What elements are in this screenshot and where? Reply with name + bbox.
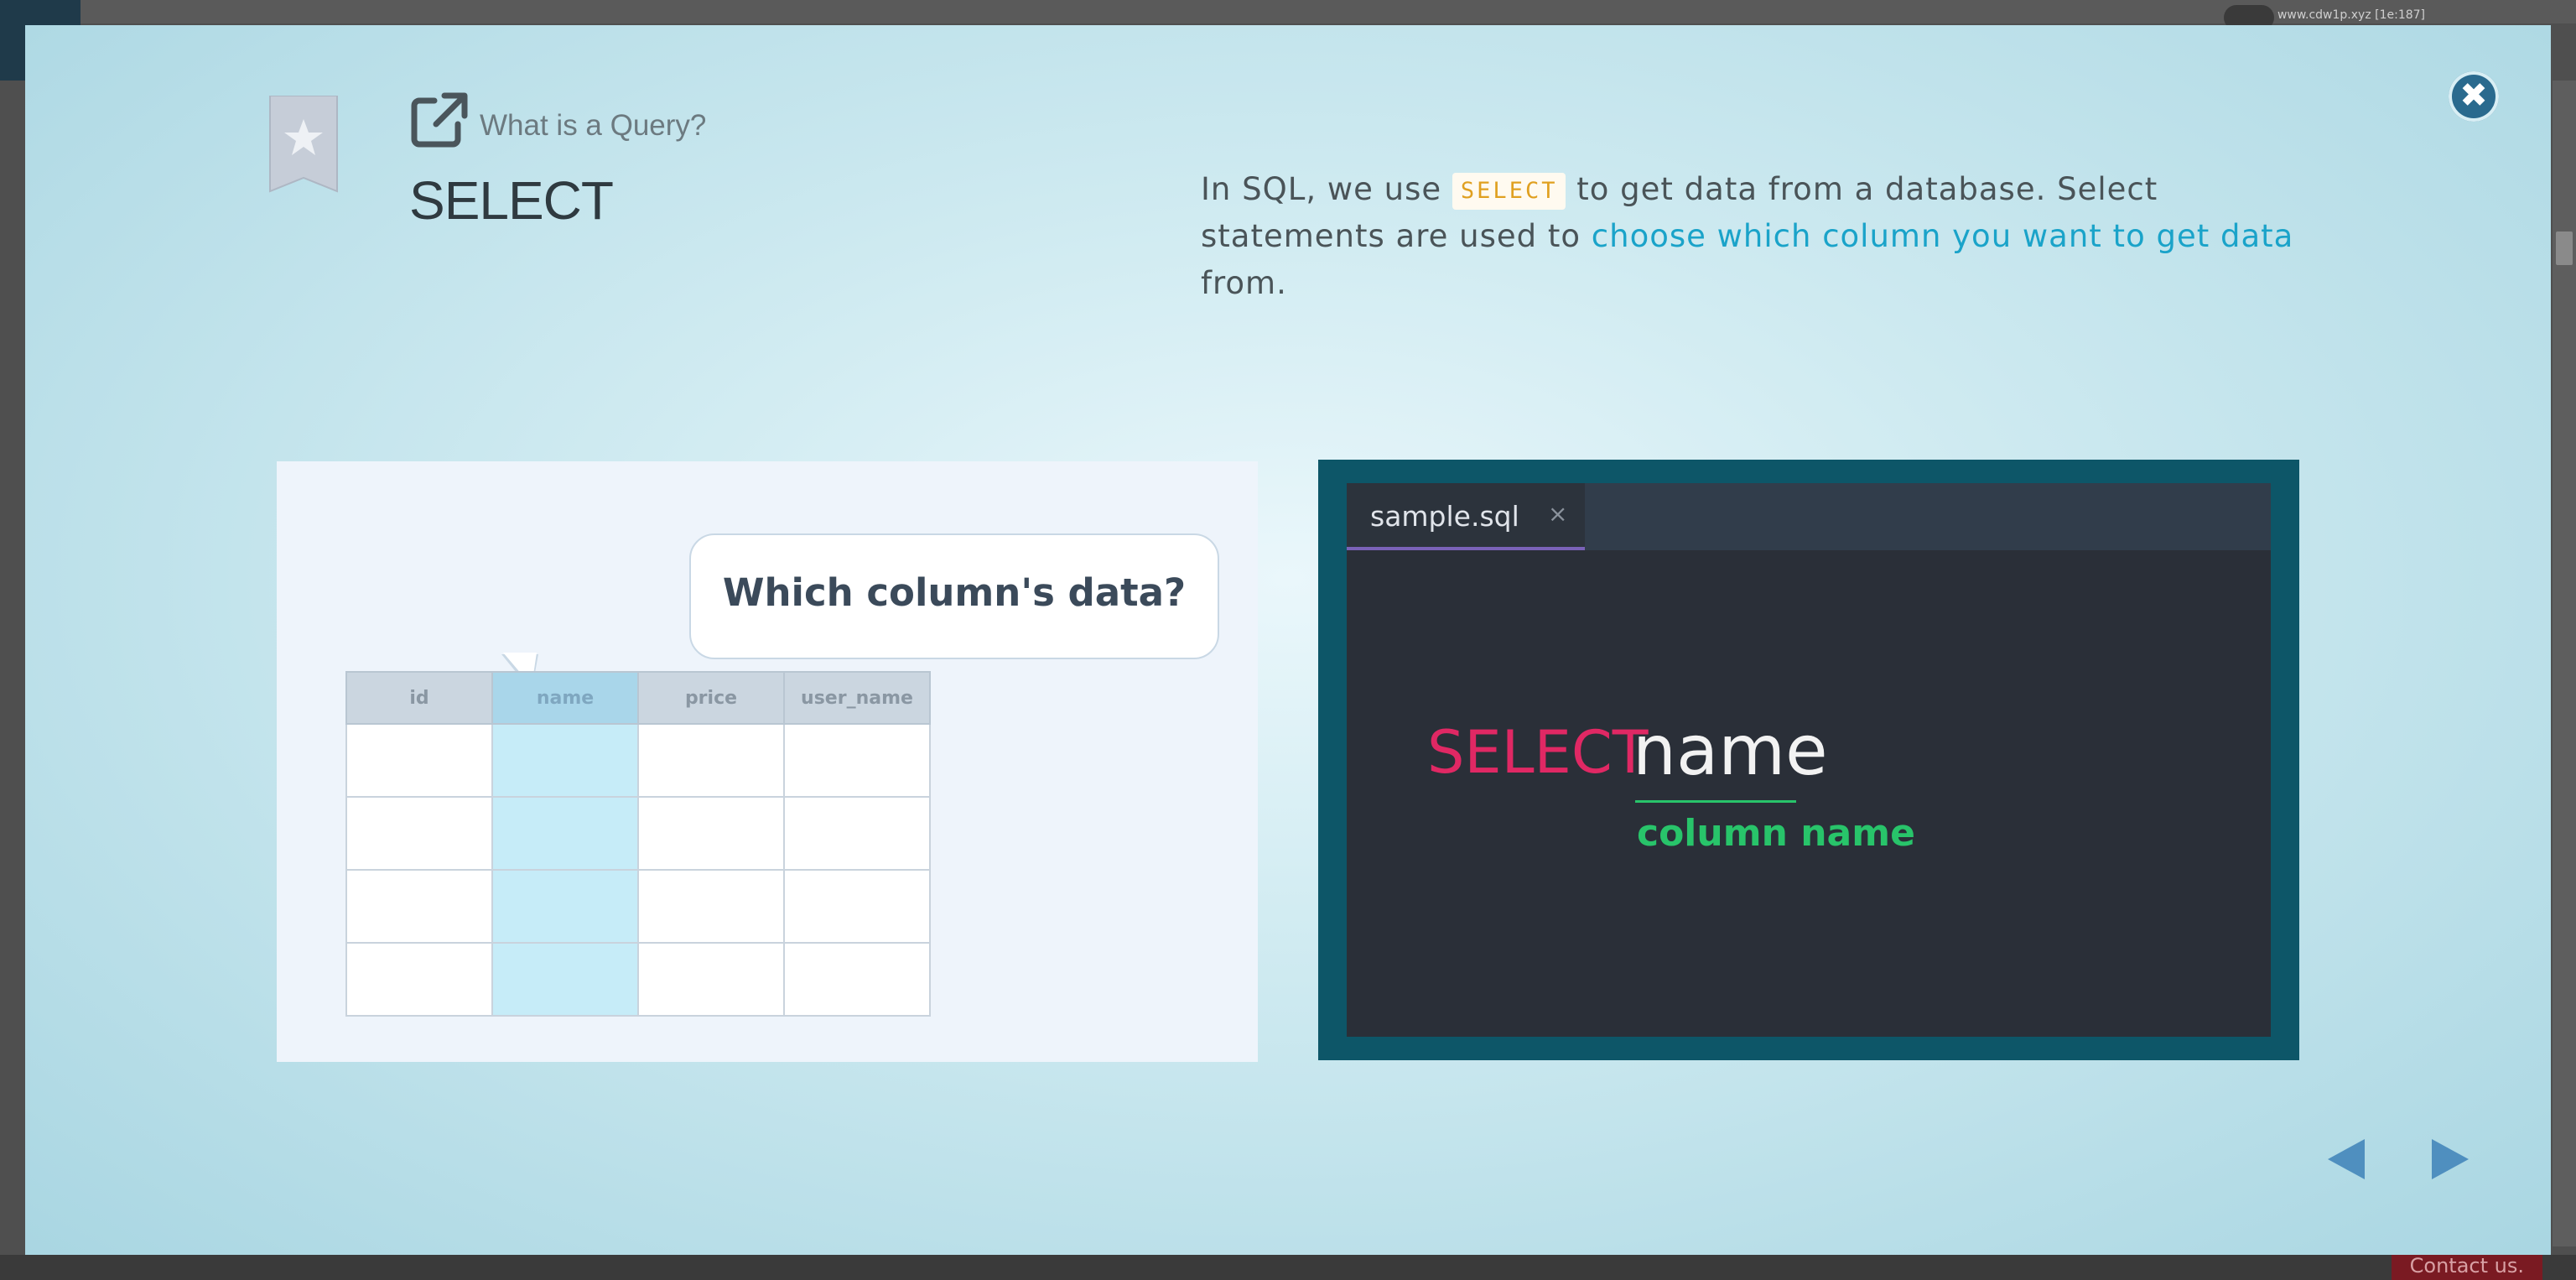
table-cell-selected: [491, 869, 639, 944]
description-text: from.: [1201, 265, 1287, 301]
table-cell: [345, 796, 493, 871]
code-editor-frame: sample.sql × SELECT name column name: [1318, 460, 2299, 1060]
scrollbar-thumb[interactable]: [2556, 232, 2573, 265]
scrollbar[interactable]: [2553, 81, 2576, 1246]
table-cell: [637, 796, 785, 871]
table-cell: [783, 869, 931, 944]
tab-sample-sql[interactable]: sample.sql ×: [1347, 483, 1585, 550]
editor-tab-bar: sample.sql ×: [1347, 483, 2271, 550]
table-cell: [345, 942, 493, 1017]
table-row: [345, 942, 931, 1017]
slide-description: In SQL, we use SELECT to get data from a…: [1201, 166, 2308, 307]
table-cell-selected: [491, 723, 639, 798]
bottom-bar: [0, 1255, 2576, 1280]
code-editor: sample.sql × SELECT name column name: [1347, 483, 2271, 1037]
column-header: id: [345, 671, 493, 725]
column-header-selected: name: [491, 671, 639, 725]
table-cell: [783, 942, 931, 1017]
keyword-badge: SELECT: [1452, 173, 1566, 210]
slide-modal: ✖ What is a Query? SELECT In SQL, we use…: [25, 25, 2551, 1255]
description-text: In SQL, we use: [1201, 171, 1452, 207]
user-label: www.cdw1p.xyz [1e:187]: [2277, 8, 2425, 22]
data-table: id name price user_name: [345, 671, 931, 1017]
contact-us-button[interactable]: Contact us.: [2391, 1251, 2542, 1280]
table-cell: [637, 723, 785, 798]
table-cell: [783, 796, 931, 871]
column-header: price: [637, 671, 785, 725]
table-cell: [637, 869, 785, 944]
bubble-text: Which column's data?: [722, 570, 1187, 615]
column-header: user_name: [783, 671, 931, 725]
annotation-underline: [1635, 800, 1796, 803]
code-column: name: [1633, 711, 1828, 791]
bookmark-icon[interactable]: [268, 96, 339, 193]
table-cell-selected: [491, 796, 639, 871]
tab-close-icon[interactable]: ×: [1548, 500, 1567, 528]
top-bar: [80, 0, 2576, 23]
close-button[interactable]: ✖: [2449, 71, 2499, 122]
table-cell: [345, 723, 493, 798]
code-keyword: SELECT: [1427, 718, 1649, 787]
table-cell: [783, 723, 931, 798]
external-link-icon[interactable]: [411, 91, 470, 149]
table-illustration: Which column's data? id name price user_…: [277, 461, 1258, 1062]
annotation-label: column name: [1637, 812, 1915, 855]
page-title: SELECT: [409, 170, 614, 231]
next-slide-button[interactable]: [2432, 1139, 2469, 1179]
tab-label: sample.sql: [1370, 500, 1519, 533]
highlight-text: choose which column you want to get data: [1591, 218, 2294, 254]
table-row: [345, 869, 931, 944]
table-cell-selected: [491, 942, 639, 1017]
table-row: [345, 796, 931, 871]
breadcrumb: What is a Query?: [480, 109, 707, 142]
speech-bubble: Which column's data?: [689, 533, 1219, 659]
table-cell: [345, 869, 493, 944]
table-row: [345, 723, 931, 798]
previous-slide-button[interactable]: [2328, 1139, 2365, 1179]
table-cell: [637, 942, 785, 1017]
